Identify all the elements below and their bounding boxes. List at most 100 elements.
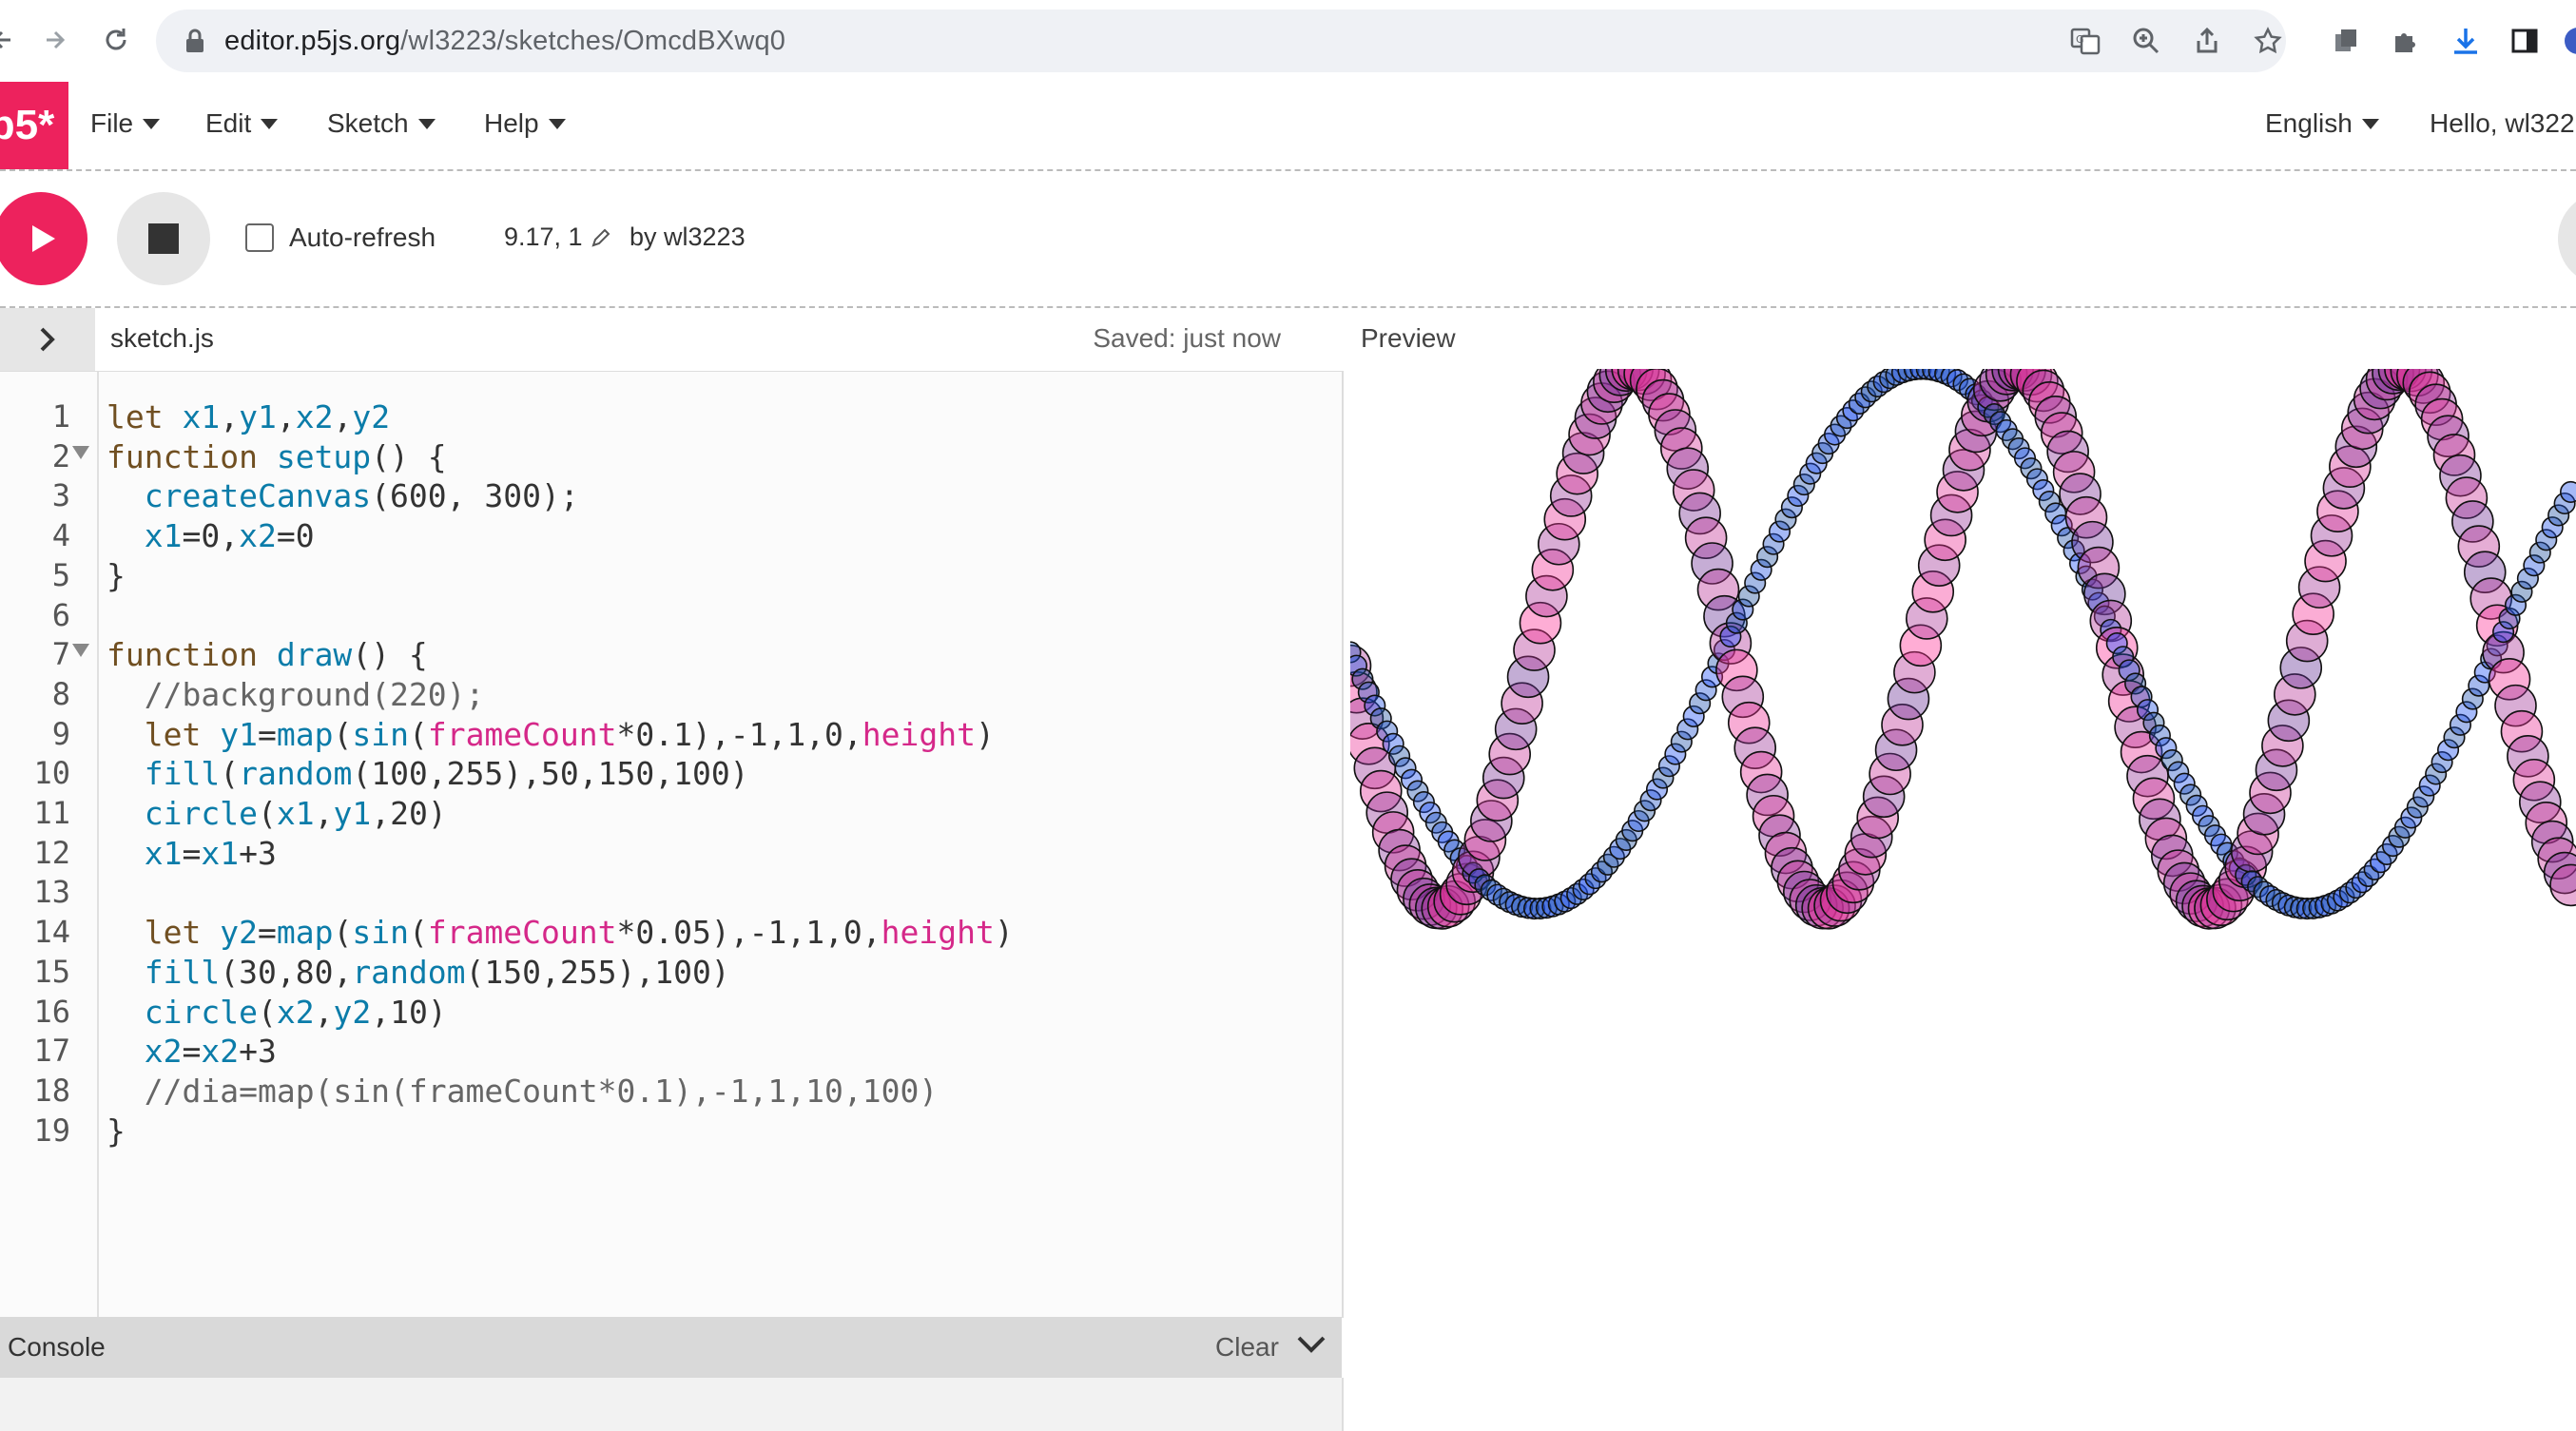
line-number: 19 (33, 1112, 70, 1149)
auto-refresh-toggle[interactable]: Auto-refresh (245, 222, 436, 253)
code-text: let x1,y1,x2,y2 (107, 398, 391, 435)
code-line[interactable]: 12 x1=x1+3 (0, 835, 1342, 875)
code-line[interactable]: 3 createCanvas(600, 300); (0, 477, 1342, 517)
line-number: 12 (33, 834, 70, 871)
svg-text:G: G (2076, 33, 2084, 46)
line-number: 2 (51, 437, 70, 474)
user-greeting[interactable]: Hello, wl322 (2430, 108, 2575, 139)
code-line[interactable]: 19} (0, 1112, 1342, 1152)
code-line[interactable]: 15 fill(30,80,random(150,255),100) (0, 954, 1342, 994)
side-panel-icon[interactable] (2507, 23, 2543, 59)
forward-icon[interactable] (34, 19, 76, 61)
code-line[interactable]: 5} (0, 557, 1342, 597)
sketch-circle (2560, 480, 2576, 503)
extensions-puzzle-icon[interactable] (2387, 23, 2423, 59)
file-name[interactable]: sketch.js (110, 323, 214, 354)
chevron-right-icon (40, 327, 55, 352)
bookmark-star-icon[interactable] (2250, 23, 2286, 59)
p5-logo[interactable]: p5* (0, 82, 68, 169)
chevron-down-icon (548, 118, 566, 129)
code-line[interactable]: 8 //background(220); (0, 676, 1342, 716)
preview-label: Preview (1361, 323, 1456, 353)
line-number: 16 (33, 993, 70, 1030)
line-number: 6 (51, 596, 70, 633)
menu-sketch[interactable]: Sketch (327, 108, 436, 139)
stop-icon (148, 223, 179, 254)
auto-refresh-label: Auto-refresh (289, 222, 436, 252)
line-number: 11 (33, 795, 70, 831)
code-text: fill(random(100,255),50,150,100) (144, 755, 749, 793)
code-line[interactable]: 18 //dia=map(sin(frameCount*0.1),-1,1,10… (0, 1073, 1342, 1112)
code-line[interactable]: 9 let y1=map(sin(frameCount*0.1),-1,1,0,… (0, 716, 1342, 756)
preview-panel (1328, 347, 2576, 1431)
code-text: fill(30,80,random(150,255),100) (144, 953, 730, 991)
code-line[interactable]: 2 function setup() { (0, 438, 1342, 478)
sketch-toolbar: Auto-refresh 9.17, 1 by wl3223 (0, 171, 2576, 308)
code-line[interactable]: 13 (0, 874, 1342, 914)
code-line[interactable]: 16 circle(x2,y2,10) (0, 994, 1342, 1034)
console-clear-button[interactable]: Clear (1215, 1332, 1279, 1363)
console-collapse-button[interactable] (1295, 1330, 1327, 1363)
settings-button[interactable] (2558, 192, 2576, 285)
console-header: Console Clear (0, 1317, 1342, 1378)
code-text: x2=x2+3 (144, 1033, 277, 1071)
sketch-name[interactable]: 9.17, 1 (504, 222, 611, 252)
fold-arrow-icon[interactable] (72, 644, 89, 658)
code-line[interactable]: 7 function draw() { (0, 636, 1342, 676)
translate-icon[interactable]: G (2067, 23, 2103, 59)
pencil-icon[interactable] (591, 227, 611, 248)
chevron-down-icon (261, 118, 279, 129)
save-status: Saved: just now (1093, 323, 1281, 353)
zoom-icon[interactable] (2128, 23, 2164, 59)
code-text: //background(220); (144, 675, 485, 713)
language-selector[interactable]: English (2265, 108, 2379, 139)
sketch-name-text: 9.17, 1 (504, 222, 583, 251)
sidebar-toggle-button[interactable] (0, 308, 95, 371)
back-icon[interactable] (0, 19, 25, 61)
line-number: 9 (51, 715, 70, 752)
menu-edit[interactable]: Edit (205, 108, 279, 139)
code-text: function setup() { (107, 437, 447, 475)
line-number: 10 (33, 755, 70, 792)
line-number: 17 (33, 1033, 70, 1070)
stop-button[interactable] (117, 192, 210, 285)
code-line[interactable]: 14 let y2=map(sin(frameCount*0.05),-1,1,… (0, 914, 1342, 954)
line-number: 7 (51, 636, 70, 673)
code-text: function draw() { (107, 636, 428, 674)
line-number: 13 (33, 874, 70, 911)
auto-refresh-checkbox[interactable] (245, 223, 274, 252)
code-line[interactable]: 4 x1=0,x2=0 (0, 517, 1342, 557)
line-number: 15 (33, 953, 70, 990)
share-icon[interactable] (2189, 23, 2225, 59)
app-menubar: p5* File Edit Sketch Help English Hello,… (0, 82, 2576, 171)
code-text: } (107, 556, 126, 594)
reload-icon[interactable] (95, 19, 137, 61)
code-line[interactable]: 17 x2=x2+3 (0, 1033, 1342, 1073)
play-button[interactable] (0, 192, 87, 285)
code-line[interactable]: 1 let x1,y1,x2,y2 (0, 398, 1342, 438)
code-text: circle(x1,y1,20) (144, 795, 447, 832)
menu-help[interactable]: Help (484, 108, 566, 139)
code-text: let y1=map(sin(frameCount*0.1),-1,1,0,he… (144, 715, 995, 753)
code-line[interactable]: 11 circle(x1,y1,20) (0, 795, 1342, 835)
code-line[interactable]: 6 (0, 597, 1342, 637)
profile-avatar[interactable] (2560, 23, 2576, 59)
sketch-canvas[interactable] (1328, 347, 2576, 996)
extension-copy-icon[interactable] (2328, 23, 2364, 59)
menu-file[interactable]: File (90, 108, 161, 139)
download-icon[interactable] (2448, 23, 2484, 59)
url-text: editor.p5js.org/wl3223/sketches/OmcdBXwq… (224, 25, 786, 56)
code-editor[interactable]: 1 let x1,y1,x2,y2 2 function setup() {3 cre… (0, 371, 1344, 1318)
address-bar[interactable]: editor.p5js.org/wl3223/sketches/OmcdBXwq… (156, 10, 2286, 72)
line-number: 1 (51, 398, 70, 435)
sketch-author: by wl3223 (629, 222, 746, 251)
code-text: //dia=map(sin(frameCount*0.1),-1,1,10,10… (144, 1072, 939, 1110)
line-number: 4 (51, 517, 70, 554)
code-text: let y2=map(sin(frameCount*0.05),-1,1,0,h… (144, 914, 1014, 952)
editor-header: sketch.js Saved: just now (0, 308, 1342, 371)
line-number: 18 (33, 1072, 70, 1109)
chevron-down-icon (1297, 1336, 1326, 1353)
code-line[interactable]: 10 fill(random(100,255),50,150,100) (0, 755, 1342, 795)
line-number: 14 (33, 914, 70, 951)
fold-arrow-icon[interactable] (72, 445, 89, 459)
